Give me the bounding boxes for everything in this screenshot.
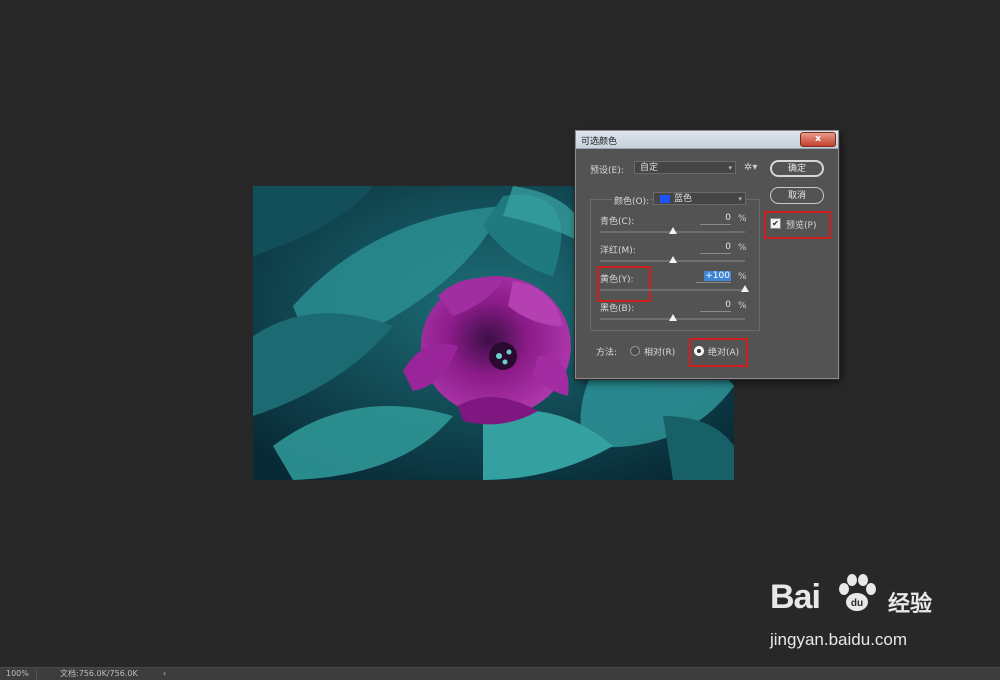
- magenta-label: 洋红(M):: [600, 246, 636, 256]
- chevron-right-icon[interactable]: ›: [163, 668, 166, 680]
- blue-swatch: [660, 195, 670, 203]
- chevron-down-icon: ▾: [728, 164, 732, 172]
- selective-color-dialog: 可选颜色 x 预设(E): 自定 ▾ ✲▾ 确定 取消 ✔ 预览(P) 颜色(O…: [575, 130, 839, 379]
- preset-label: 预设(E):: [590, 166, 624, 176]
- ok-button[interactable]: 确定: [770, 160, 824, 177]
- yellow-label: 黄色(Y):: [600, 275, 634, 285]
- magenta-slider-thumb[interactable]: [669, 256, 677, 263]
- percent-unit: %: [738, 243, 747, 253]
- dialog-titlebar[interactable]: 可选颜色 x: [576, 131, 838, 149]
- colors-value: 蓝色: [674, 194, 693, 204]
- yellow-slider-thumb[interactable]: [741, 285, 749, 292]
- watermark-brand: Bai: [770, 578, 821, 616]
- watermark-brand-cn: 经验: [888, 592, 933, 617]
- absolute-label[interactable]: 绝对(A): [708, 345, 739, 358]
- relative-label[interactable]: 相对(R): [644, 345, 675, 358]
- dialog-title: 可选颜色: [581, 137, 618, 147]
- zoom-level[interactable]: 100%: [6, 668, 29, 680]
- baidu-watermark: Bai du 经验 jingyan.baidu.com: [770, 572, 950, 662]
- relative-radio[interactable]: [630, 346, 640, 356]
- method-label: 方法:: [596, 348, 618, 358]
- cyan-slider-thumb[interactable]: [669, 227, 677, 234]
- black-value[interactable]: 0: [700, 300, 731, 312]
- preview-checkbox[interactable]: ✔: [770, 218, 781, 229]
- close-button[interactable]: x: [800, 132, 836, 147]
- svg-text:du: du: [851, 598, 863, 609]
- colors-label: 颜色(O):: [612, 194, 652, 207]
- chevron-down-icon: ▾: [738, 195, 742, 203]
- black-label: 黑色(B):: [600, 304, 635, 314]
- colors-select[interactable]: 蓝色 ▾: [653, 192, 746, 205]
- black-slider-thumb[interactable]: [669, 314, 677, 321]
- percent-unit: %: [738, 272, 747, 282]
- gear-icon[interactable]: ✲▾: [744, 162, 757, 173]
- preview-label[interactable]: 预览(P): [786, 218, 816, 231]
- divider: [36, 669, 37, 679]
- cyan-value[interactable]: 0: [700, 213, 731, 225]
- watermark-url: jingyan.baidu.com: [770, 630, 908, 649]
- paw-icon: du: [839, 574, 876, 611]
- absolute-radio[interactable]: [694, 346, 704, 356]
- percent-unit: %: [738, 214, 747, 224]
- yellow-value[interactable]: +100: [696, 271, 731, 283]
- document-size: 文档:756.0K/756.0K: [60, 669, 138, 678]
- cyan-label: 青色(C):: [600, 217, 635, 227]
- status-bar: 100% 文档:756.0K/756.0K ›: [0, 667, 1000, 680]
- preset-value: 自定: [640, 163, 659, 173]
- magenta-value[interactable]: 0: [700, 242, 731, 254]
- percent-unit: %: [738, 301, 747, 311]
- cancel-button[interactable]: 取消: [770, 187, 824, 204]
- preset-select[interactable]: 自定 ▾: [634, 161, 736, 174]
- yellow-slider-track[interactable]: [600, 289, 745, 291]
